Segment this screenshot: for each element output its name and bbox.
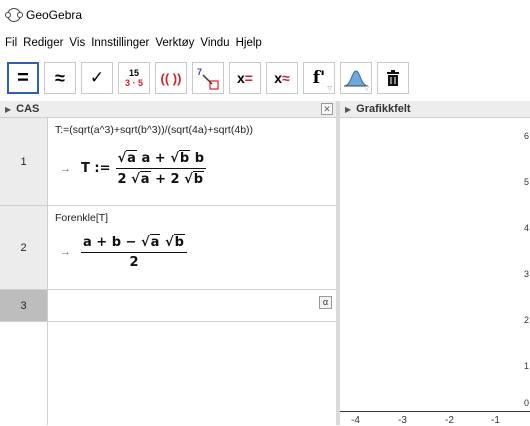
numeric-tool-button[interactable]: ≈ [44,62,76,94]
checkmark-icon: ✓ [89,68,105,87]
evaluate-tool-button[interactable]: = [7,62,39,94]
parentheses-icon: (( )) [160,70,182,86]
cas-row[interactable]: 2 Forenkle[T] → a + b − √ a √ b 2 [0,206,336,290]
cas-view-header[interactable]: ▶ CAS ✕ [0,101,336,118]
substitute-icon: 7 [197,67,219,90]
graphics-view-header[interactable]: ▶ Grafikkfelt [340,101,530,118]
factor-tool-button[interactable]: 15 3 · 5 [118,62,150,94]
probability-tool-button[interactable]: ▽ [340,62,372,94]
graphics-view-title: Grafikkfelt [356,103,411,115]
expand-tool-button[interactable]: (( )) [155,62,187,94]
dropdown-triangle-icon: ▽ [364,86,369,92]
svg-text:7: 7 [197,67,202,77]
y-tick-label: 3 [523,269,529,279]
graphics-view[interactable]: 6 5 4 3 2 1 0 -4 -3 -2 -1 [340,118,530,426]
cas-view: 1 T:=(sqrt(a^3)+sqrt(b^3))/(sqrt(4a)+sqr… [0,118,336,425]
keep-input-tool-button[interactable]: ✓ [81,62,113,94]
solve-icon: x= [237,70,253,86]
y-tick-label: 0 [523,398,529,408]
approx-icon: ≈ [55,67,65,88]
toolbar: = ≈ ✓ 15 3 · 5 (( )) 7 x= x≈ f' ▽ ▽ [0,57,530,99]
row-number[interactable]: 1 [0,118,48,205]
geogebra-logo-icon [5,8,23,22]
row-number[interactable]: 2 [0,206,48,289]
menu-window[interactable]: Vindu [200,37,229,49]
x-tick-label: -4 [351,415,360,426]
cas-input[interactable]: T:=(sqrt(a^3)+sqrt(b^3))/(sqrt(4a)+sqrt(… [55,124,253,136]
menu-edit[interactable]: Rediger [23,37,63,49]
menu-settings[interactable]: Innstillinger [91,37,149,49]
symbol-keyboard-button[interactable]: α [319,296,332,309]
row-number[interactable]: 3 [0,290,48,321]
cas-row[interactable]: 1 T:=(sqrt(a^3)+sqrt(b^3))/(sqrt(4a)+sqr… [0,118,336,206]
cas-row[interactable]: 3 α [0,290,336,322]
y-tick-label: 4 [523,223,529,233]
cas-output: → T := √ a a + √ b b 2 √ a + 2 √ b [60,150,207,187]
derivative-icon: f' [312,68,326,88]
cas-output: → a + b − √ a √ b 2 [60,234,187,270]
menu-tools[interactable]: Verktøy [155,37,194,49]
menu-help[interactable]: Hjelp [236,37,262,49]
solve-tool-button[interactable]: x= [229,62,261,94]
y-tick-label: 2 [523,315,529,325]
factor-icon: 15 3 · 5 [124,68,143,88]
y-tick-label: 1 [523,361,529,371]
x-tick-label: -1 [491,415,500,426]
output-arrow-icon: → [60,162,71,175]
x-axis [340,411,530,412]
collapse-arrow-icon[interactable]: ▶ [345,105,351,114]
collapse-arrow-icon[interactable]: ▶ [5,105,11,114]
output-arrow-icon: → [60,246,71,258]
menu-view[interactable]: Vis [69,37,85,49]
output-expression: a + b − √ a √ b 2 [81,234,187,270]
cas-view-title: CAS [16,103,40,115]
menu-file[interactable]: Fil [5,37,17,49]
x-tick-label: -3 [398,415,407,426]
window-title: GeoGebra [26,8,83,22]
menu-bar: Fil Rediger Vis Innstillinger Verktøy Vi… [0,33,530,53]
solve-numeric-icon: x≈ [274,70,290,86]
output-expression: T := √ a a + √ b b 2 √ a + 2 √ b [81,150,207,187]
title-bar: GeoGebra [0,0,530,30]
trash-icon [387,70,399,86]
substitute-tool-button[interactable]: 7 [192,62,224,94]
x-tick-label: -2 [445,415,454,426]
delete-tool-button[interactable] [377,62,409,94]
cas-input[interactable]: Forenkle[T] [55,212,108,224]
solve-numerically-tool-button[interactable]: x≈ [266,62,298,94]
dropdown-triangle-icon: ▽ [327,86,332,92]
y-tick-label: 5 [523,177,529,187]
close-cas-view-button[interactable]: ✕ [321,103,333,115]
derivative-tool-button[interactable]: f' ▽ [303,62,335,94]
y-tick-label: 6 [523,131,529,141]
equals-icon: = [17,66,29,89]
